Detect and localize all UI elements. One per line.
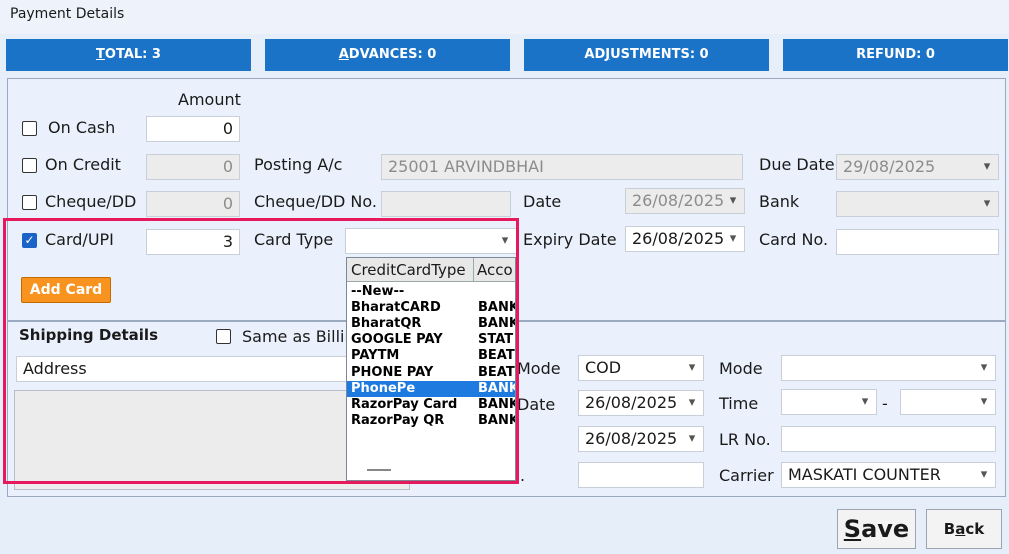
lr-no-label: LR No. bbox=[719, 430, 771, 449]
on-credit-label: On Credit bbox=[45, 155, 121, 174]
chevron-down-icon[interactable]: ▾ bbox=[681, 356, 703, 380]
lr-date-picker[interactable]: 26/08/2025 ▾ bbox=[578, 426, 704, 452]
tab-total-label: TOTAL: 3 bbox=[96, 47, 161, 62]
due-date-value: 29/08/2025 bbox=[843, 157, 936, 176]
shipping-date-label: Date bbox=[517, 395, 556, 414]
chevron-down-icon[interactable]: ▾ bbox=[973, 390, 995, 414]
chevron-down-icon[interactable]: ▾ bbox=[973, 356, 995, 380]
expiry-date-label: Expiry Date bbox=[523, 230, 617, 249]
time-to-select[interactable]: ▾ bbox=[900, 389, 996, 415]
tab-adjustments-label: ADJUSTMENTS: 0 bbox=[584, 47, 709, 62]
chevron-down-icon[interactable]: ▾ bbox=[976, 155, 998, 179]
on-credit-checkbox[interactable] bbox=[22, 158, 37, 173]
window-title: Payment Details bbox=[0, 0, 1009, 34]
back-button-label: Back bbox=[943, 520, 985, 538]
tab-adjustments[interactable]: ADJUSTMENTS: 0 bbox=[524, 39, 769, 71]
due-date-picker[interactable]: 29/08/2025 ▾ bbox=[836, 154, 999, 180]
due-date-label: Due Date bbox=[759, 155, 835, 174]
bank-select[interactable]: ▾ bbox=[836, 191, 999, 217]
chevron-down-icon[interactable]: ▾ bbox=[976, 192, 998, 216]
cheque-checkbox[interactable] bbox=[22, 195, 37, 210]
carrier-select[interactable]: MASKATI COUNTER ▾ bbox=[781, 462, 996, 488]
expiry-date-picker[interactable]: 26/08/2025 ▾ bbox=[625, 226, 745, 252]
tab-advances-label: ADVANCES: 0 bbox=[338, 47, 437, 62]
tab-total[interactable]: TOTAL: 3 bbox=[6, 39, 251, 71]
time-from-select[interactable]: ▾ bbox=[781, 389, 877, 415]
transport-mode-select[interactable]: ▾ bbox=[781, 355, 996, 381]
shipping-mode-label: Mode bbox=[517, 359, 561, 378]
cheque-date-value: 26/08/2025 bbox=[632, 191, 725, 210]
shipping-date-value: 26/08/2025 bbox=[585, 393, 678, 412]
lr-date-value: 26/08/2025 bbox=[585, 429, 678, 448]
back-button[interactable]: Back bbox=[926, 509, 1002, 549]
transport-mode-label: Mode bbox=[719, 359, 763, 378]
posting-account-input[interactable]: 25001 ARVINDBHAI bbox=[381, 154, 743, 180]
cheque-label: Cheque/DD bbox=[45, 192, 137, 211]
carrier-label: Carrier bbox=[719, 466, 774, 485]
chevron-down-icon[interactable]: ▾ bbox=[973, 463, 995, 487]
shipping-mode-value: COD bbox=[585, 358, 622, 377]
on-credit-amount-input[interactable]: 0 bbox=[146, 154, 240, 180]
chevron-down-icon[interactable]: ▾ bbox=[722, 227, 744, 251]
chevron-down-icon[interactable]: ▾ bbox=[681, 427, 703, 451]
on-cash-amount-input[interactable]: 0 bbox=[146, 116, 240, 142]
time-label: Time bbox=[719, 394, 759, 413]
small-field-input[interactable] bbox=[578, 462, 704, 488]
tab-refund[interactable]: REFUND: 0 bbox=[783, 39, 1008, 71]
carrier-value: MASKATI COUNTER bbox=[788, 465, 941, 484]
cheque-no-input[interactable] bbox=[381, 191, 511, 217]
card-no-label: Card No. bbox=[759, 230, 829, 249]
amount-header: Amount bbox=[178, 90, 241, 109]
save-button-label: Save bbox=[843, 515, 910, 543]
lr-no-input[interactable] bbox=[781, 426, 996, 452]
highlight-frame bbox=[3, 218, 519, 484]
tab-refund-label: REFUND: 0 bbox=[856, 47, 935, 62]
card-no-input[interactable] bbox=[836, 229, 999, 255]
shipping-mode-select[interactable]: COD ▾ bbox=[578, 355, 704, 381]
time-dash: - bbox=[882, 394, 888, 413]
cheque-date-label: Date bbox=[523, 192, 562, 211]
chevron-down-icon[interactable]: ▾ bbox=[722, 189, 744, 213]
cheque-date-picker[interactable]: 26/08/2025 ▾ bbox=[625, 188, 745, 214]
shipping-date-picker[interactable]: 26/08/2025 ▾ bbox=[578, 390, 704, 416]
bank-label: Bank bbox=[759, 192, 800, 211]
posting-account-label: Posting A/c bbox=[254, 155, 343, 174]
on-cash-checkbox[interactable] bbox=[22, 121, 37, 136]
chevron-down-icon[interactable]: ▾ bbox=[681, 391, 703, 415]
chevron-down-icon[interactable]: ▾ bbox=[854, 390, 876, 414]
tab-advances[interactable]: ADVANCES: 0 bbox=[265, 39, 510, 71]
expiry-date-value: 26/08/2025 bbox=[632, 229, 725, 248]
cheque-amount-input[interactable]: 0 bbox=[146, 191, 240, 217]
small-field-label: . bbox=[520, 466, 526, 485]
window-title-text: Payment Details bbox=[10, 6, 125, 22]
on-cash-label: On Cash bbox=[48, 118, 116, 137]
save-button[interactable]: Save bbox=[837, 509, 916, 549]
cheque-no-label: Cheque/DD No. bbox=[254, 192, 377, 211]
